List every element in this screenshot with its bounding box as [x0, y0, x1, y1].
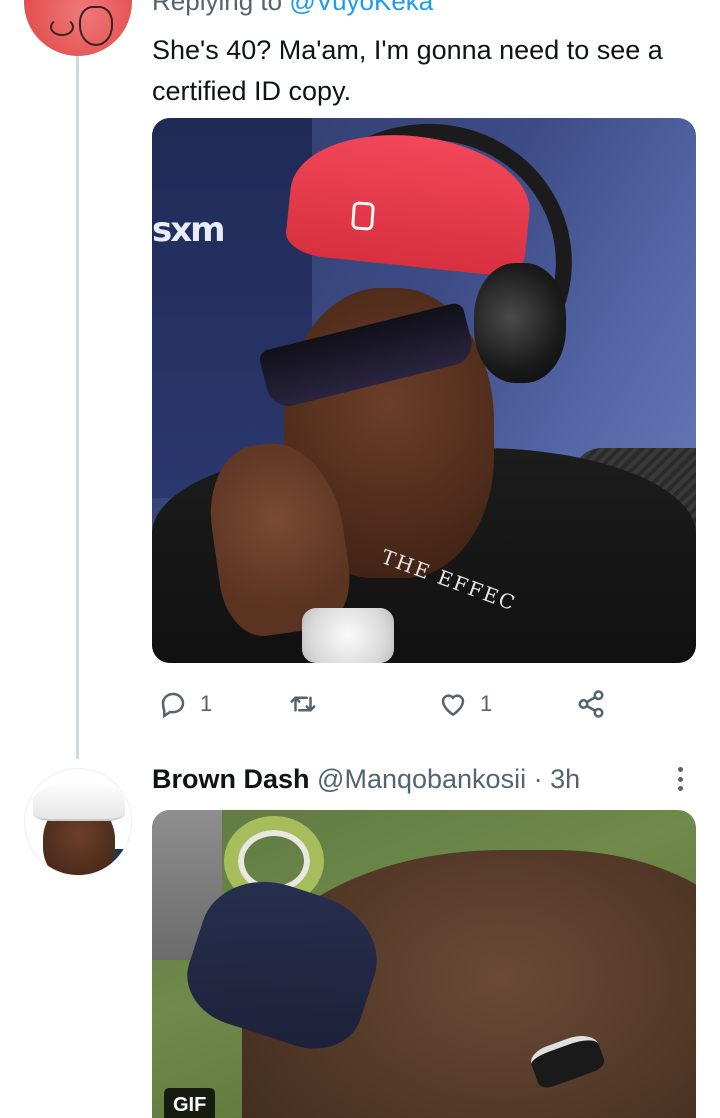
display-name[interactable]: Brown Dash — [152, 764, 310, 794]
gif-badge: GIF — [164, 1088, 216, 1118]
like-count: 1 — [480, 691, 493, 716]
reply-handle-link[interactable]: @VuyoKeka — [289, 0, 433, 16]
more-vertical-icon — [677, 767, 683, 772]
heart-icon — [441, 694, 465, 717]
share-icon — [578, 690, 604, 718]
tweet-photo[interactable]: sxm THE EFFEC — [152, 118, 696, 663]
more-vertical-icon-dot — [677, 776, 683, 782]
tweet-gif[interactable] — [152, 810, 696, 1118]
user-handle[interactable]: @Manqobankosii — [317, 764, 526, 794]
reply-prefix: Replying to — [152, 0, 290, 16]
tweet-actions: 1 1 — [152, 684, 696, 724]
photo-cap-buckle — [351, 201, 375, 231]
share-button[interactable] — [576, 684, 606, 724]
reply-button[interactable]: 1 — [158, 684, 212, 724]
thread-line — [76, 55, 79, 759]
avatar-sketch — [79, 6, 113, 46]
more-options-button[interactable] — [672, 764, 688, 794]
timestamp[interactable]: 3h — [550, 764, 580, 794]
photo-watch — [302, 608, 394, 663]
more-vertical-icon-dot — [677, 786, 683, 791]
avatar-sketch-detail — [50, 18, 74, 36]
like-button[interactable]: 1 — [438, 684, 492, 724]
avatar[interactable] — [24, 768, 132, 876]
avatar[interactable] — [24, 0, 132, 56]
reply-count: 1 — [200, 691, 213, 716]
tweet-header: Brown Dash @Manqobankosii · 3h — [152, 762, 580, 796]
tweet-text: She's 40? Ma'am, I'm gonna need to see a… — [152, 35, 663, 106]
photo-logo: sxm — [152, 210, 226, 250]
meta-separator: · — [526, 764, 551, 794]
photo-headphone-earcup — [474, 263, 566, 383]
reply-icon — [161, 692, 185, 719]
retweet-button[interactable] — [288, 684, 330, 724]
retweet-icon — [290, 696, 316, 712]
reply-context: Replying to @VuyoKeka — [152, 0, 433, 17]
avatar-cap — [33, 781, 125, 821]
